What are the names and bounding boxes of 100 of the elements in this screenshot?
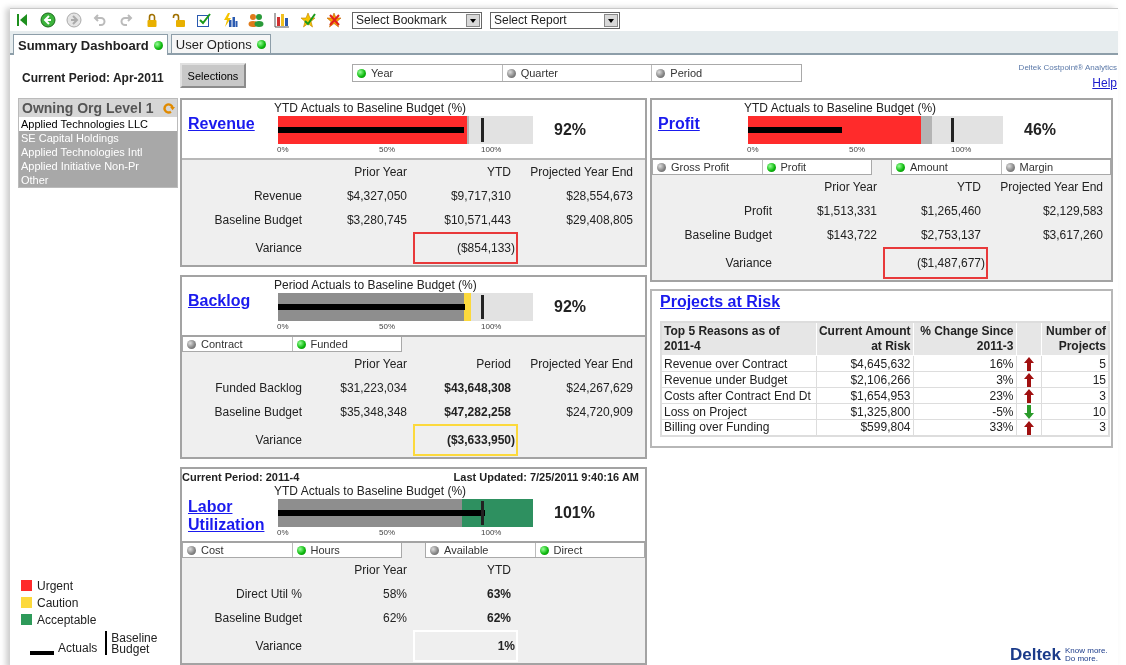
row-label: Funded Backlog xyxy=(214,380,303,397)
table-cell-text: $31,223,034 xyxy=(339,380,407,397)
radio-option[interactable]: Period xyxy=(651,65,801,81)
radio-option[interactable]: Profit xyxy=(761,160,871,174)
last-updated: Last Updated: 7/25/2011 9:40:16 AM xyxy=(453,471,639,483)
row-label: Variance xyxy=(254,638,303,655)
bar-chart-icon[interactable] xyxy=(222,12,238,28)
gauge-reading: 92% xyxy=(554,298,587,316)
column-header: % Change Since 2011-3 xyxy=(913,322,1016,356)
period-label: Current Period: 2011-4 xyxy=(182,471,300,483)
table-cell-text: $47,282,258 xyxy=(443,404,511,421)
table-cell-text: 58% xyxy=(381,586,407,603)
brand-name: Deltek Costpoint® Analytics xyxy=(1018,63,1117,72)
dropdown[interactable]: Select Bookmark xyxy=(352,11,482,29)
panel-title-link[interactable]: Profit xyxy=(658,115,700,133)
panel-title-link[interactable]: Backlog xyxy=(188,292,251,310)
back-icon[interactable] xyxy=(40,12,56,28)
column-header: Prior Year xyxy=(353,164,407,181)
radio-option[interactable]: Contract xyxy=(183,337,292,351)
tab[interactable]: User Options xyxy=(170,34,271,53)
tab[interactable]: Summary Dashboard xyxy=(13,34,168,55)
column-header: Prior Year xyxy=(823,179,877,196)
table-cell-text: $1,265,460 xyxy=(919,203,981,220)
tick-label: 100% xyxy=(481,145,502,154)
row-label: Variance xyxy=(254,240,303,257)
tick-label: 50% xyxy=(379,145,395,154)
tick-label: 50% xyxy=(849,145,865,154)
row-label: Baseline Budget xyxy=(213,404,303,421)
table-cell: 23% xyxy=(913,387,1016,404)
variance-value: 1% xyxy=(413,630,518,662)
caret-icon xyxy=(604,13,618,27)
table-cell-text: 63% xyxy=(485,586,511,603)
table-cell: 16% xyxy=(913,355,1016,372)
radio-option[interactable]: Gross Profit xyxy=(653,160,762,174)
star-cross-icon[interactable] xyxy=(326,12,342,28)
table-cell: $1,325,800 xyxy=(816,403,913,420)
filter-title: Owning Org Level 1 xyxy=(22,100,154,116)
table-cell: $2,106,266 xyxy=(816,371,913,388)
gauge-reading: 92% xyxy=(554,121,587,139)
column-header: Period xyxy=(475,356,511,373)
tick-label: 0% xyxy=(277,322,289,331)
radio-option[interactable]: Amount xyxy=(892,160,1001,174)
selections-button[interactable]: Selections xyxy=(180,63,246,88)
tick-label: 50% xyxy=(379,528,395,537)
baseline-marker-icon xyxy=(105,631,108,655)
table-cell-text: $2,129,583 xyxy=(1041,203,1103,220)
people-icon[interactable] xyxy=(248,12,264,28)
legend-label: Urgent xyxy=(37,578,74,593)
table-cell: -5% xyxy=(913,403,1016,420)
variance-value: ($3,633,950) xyxy=(413,424,518,456)
column-header: Prior Year xyxy=(353,356,407,373)
org-list-item[interactable]: Applied Technologies LLC xyxy=(19,117,177,131)
table-cell-text: $4,327,050 xyxy=(345,188,407,205)
table-cell-text: $3,280,745 xyxy=(345,212,407,229)
help-link[interactable]: Help xyxy=(1092,76,1117,90)
bar-chart-icon[interactable] xyxy=(274,12,290,28)
column-header: Top 5 Reasons as of 2011-4 xyxy=(661,322,816,356)
table-cell: $4,645,632 xyxy=(816,355,913,372)
table-cell-text: $1,513,331 xyxy=(815,203,877,220)
panel-title-link[interactable]: Projects at Risk xyxy=(660,293,781,311)
column-header: Projected Year End xyxy=(529,356,633,373)
column-header: Number of Projects xyxy=(1041,322,1109,356)
dropdown[interactable]: Select Report xyxy=(490,11,620,29)
row-label: Variance xyxy=(254,432,303,449)
gauge-caption: Period Actuals to Baseline Budget (%) xyxy=(274,278,478,293)
variance-value: ($1,487,677) xyxy=(883,247,988,279)
table-cell-text: 62% xyxy=(381,610,407,627)
radio-option[interactable]: Quarter xyxy=(501,65,652,81)
radio-option[interactable]: Direct xyxy=(534,543,644,557)
table-cell: Revenue under Budget xyxy=(661,371,816,388)
panel-title-link[interactable]: Labor Utilization xyxy=(188,498,274,534)
panel-title-link[interactable]: Revenue xyxy=(188,115,255,133)
column-header: YTD xyxy=(486,164,511,181)
table-cell-text: $43,648,308 xyxy=(443,380,511,397)
unlock-icon[interactable] xyxy=(170,12,186,28)
radio-option[interactable]: Available xyxy=(426,543,535,557)
first-page-icon[interactable] xyxy=(14,12,30,28)
gauge-caption: YTD Actuals to Baseline Budget (%) xyxy=(274,484,468,499)
gauge-caption: YTD Actuals to Baseline Budget (%) xyxy=(744,101,938,116)
tick-label: 50% xyxy=(379,322,395,331)
tick-label: 0% xyxy=(277,145,289,154)
radio-option[interactable]: Year xyxy=(353,65,502,81)
radio-option[interactable]: Hours xyxy=(291,543,401,557)
table-cell-text: $9,717,310 xyxy=(449,188,511,205)
checkbox-icon[interactable] xyxy=(196,12,212,28)
variance-value: ($854,133) xyxy=(413,232,518,264)
row-label: Variance xyxy=(724,255,773,272)
table-cell-text: $3,617,260 xyxy=(1041,227,1103,244)
logo-tagline: Know more. Do more. xyxy=(1065,647,1109,663)
radio-option[interactable]: Margin xyxy=(1000,160,1110,174)
column-header: Projected Year End xyxy=(529,164,633,181)
star-check-icon[interactable] xyxy=(300,12,316,28)
radio-option[interactable]: Funded xyxy=(291,337,401,351)
gauge-reading: 46% xyxy=(1024,121,1057,139)
row-label: Revenue xyxy=(252,188,303,205)
radio-option[interactable]: Cost xyxy=(183,543,292,557)
column-header: YTD xyxy=(956,179,981,196)
table-cell: Loss on Project xyxy=(661,403,816,420)
table-cell-text: 62% xyxy=(485,610,511,627)
row-label: Profit xyxy=(743,203,773,220)
